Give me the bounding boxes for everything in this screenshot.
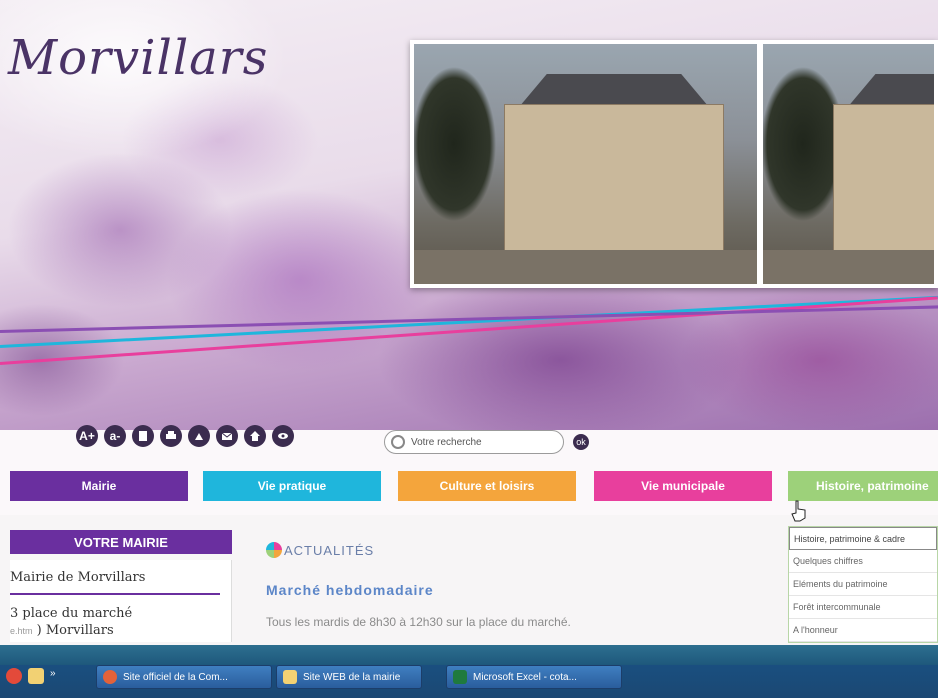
accessibility-icon[interactable] [188,425,210,447]
search-box[interactable]: Votre recherche [384,430,564,454]
address-city: ) Morvillars [32,623,114,638]
histoire-dropdown-menu: Histoire, patrimoine & cadre Quelques ch… [788,526,938,643]
site-logo[interactable]: Morvillars [8,30,268,86]
nav-vie-pratique[interactable]: Vie pratique [203,471,381,501]
taskbar-strip [0,645,938,665]
search-icon [391,435,405,449]
text-increase-icon[interactable]: A+ [76,425,98,447]
search-go-button[interactable]: ok [573,434,589,450]
mairie-address: 3 place du marché e.htm ) Morvillars [10,605,231,640]
mairie-name: Mairie de Morvillars [10,560,220,595]
courtyard [414,250,757,284]
taskbar-task-label: Site WEB de la mairie [303,671,401,683]
photo-pane-right [762,44,934,284]
folder-icon [283,670,297,684]
accessibility-toolbar: A+ a- [76,425,294,447]
news-body: Tous les mardis de 8h30 à 12h30 sur la p… [266,615,571,629]
address-line-1: 3 place du marché [10,606,133,621]
firefox-icon[interactable] [6,668,22,684]
excel-icon [453,670,467,684]
news-section-title: ACTUALITÉS [284,543,375,558]
address-link-fragment: e.htm [10,626,33,636]
photo-pane-left [414,44,757,284]
sidebar-mairie-info: Mairie de Morvillars 3 place du marché e… [10,560,232,642]
dropdown-item[interactable]: Eléments du patrimoine [789,573,937,596]
chateau-photo [410,40,938,288]
taskbar-task-label: Microsoft Excel - cota... [473,671,577,683]
nav-vie-municipale[interactable]: Vie municipale [594,471,772,501]
text-decrease-icon[interactable]: a- [104,425,126,447]
screen: Morvillars A+ a- Votre recherche ok Mair… [0,0,938,698]
folder-icon[interactable] [28,668,44,684]
taskbar-task[interactable]: Microsoft Excel - cota... [446,665,622,689]
nav-culture-loisirs[interactable]: Culture et loisirs [398,471,576,501]
nav-histoire-patrimoine[interactable]: Histoire, patrimoine [788,471,938,501]
news-headline[interactable]: Marché hebdomadaire [266,582,434,598]
mail-icon[interactable] [216,425,238,447]
courtyard [762,250,934,284]
dropdown-item[interactable]: Histoire, patrimoine & cadre [789,527,937,550]
nav-mairie[interactable]: Mairie [10,471,188,501]
print-icon[interactable] [160,425,182,447]
quick-launch: » [6,668,66,684]
chevron-right-icon[interactable]: » [50,668,66,684]
address-line-2: e.htm ) Morvillars [10,622,231,640]
dropdown-item[interactable]: Forêt intercommunale [789,596,937,619]
chateau-facade [832,104,934,254]
banner-line-pink [0,296,938,365]
header-banner: Morvillars [0,0,938,430]
banner-line-blue [0,295,938,348]
hand-cursor-icon [791,500,806,522]
taskbar-task-label: Site officiel de la Com... [123,671,228,683]
dropdown-item[interactable]: A l'honneur [789,619,937,642]
taskbar-task[interactable]: Site officiel de la Com... [96,665,272,689]
document-icon[interactable] [132,425,154,447]
home-icon[interactable] [244,425,266,447]
taskbar-task[interactable]: Site WEB de la mairie [276,665,422,689]
search-input[interactable]: Votre recherche [411,437,482,448]
dropdown-item[interactable]: Quelques chiffres [789,550,937,573]
view-icon[interactable] [272,425,294,447]
firefox-icon [103,670,117,684]
sidebar-title: VOTRE MAIRIE [10,530,232,554]
chateau-facade [504,104,724,254]
news-logo-icon [266,542,282,558]
trees [414,54,504,264]
